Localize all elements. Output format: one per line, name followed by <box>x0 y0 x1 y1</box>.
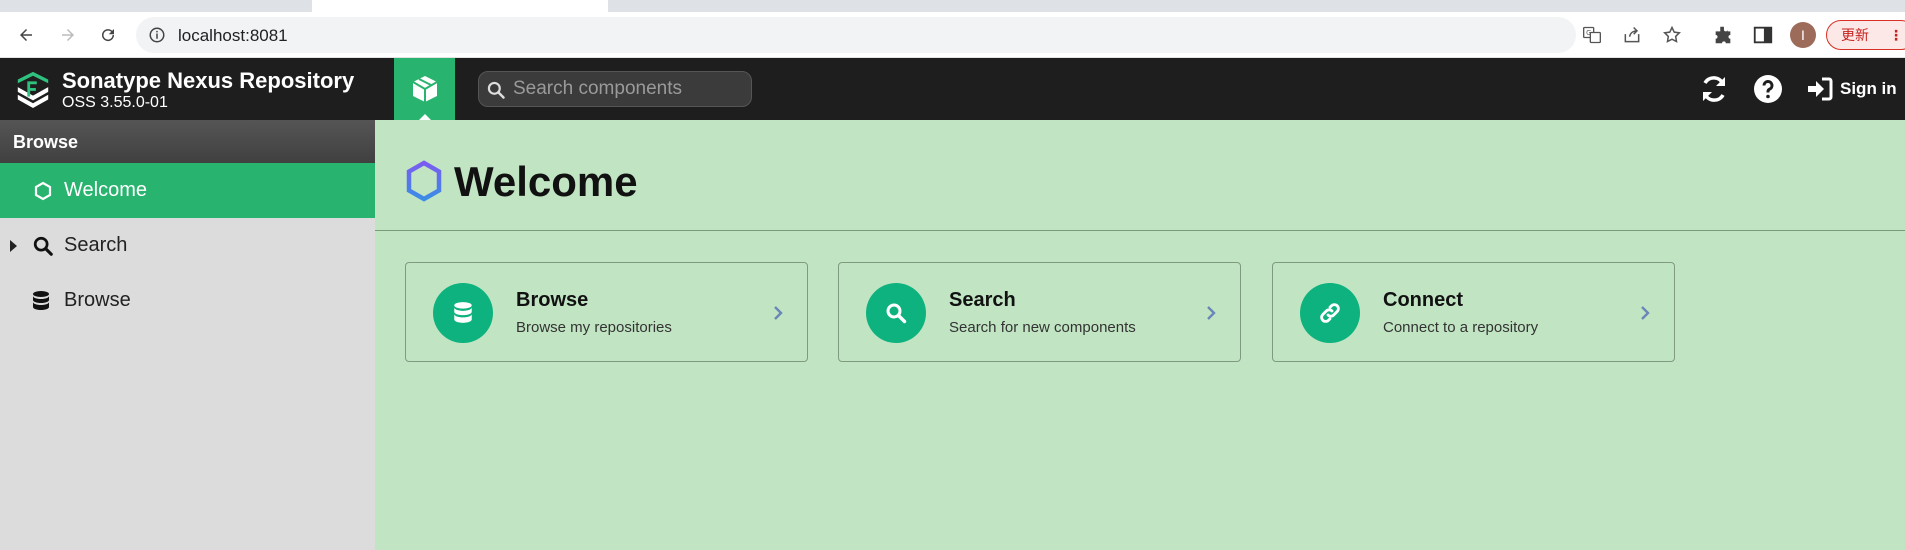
search-card[interactable]: Search Search for new components <box>838 262 1241 362</box>
sidebar-item-browse[interactable]: Browse <box>0 273 375 328</box>
arrow-right-icon <box>62 29 74 41</box>
page-title: Welcome <box>454 158 638 205</box>
card-subtitle: Connect to a repository <box>1383 319 1539 336</box>
link-icon <box>1320 303 1340 323</box>
sidebar-item-label: Browse <box>64 289 131 311</box>
info-icon[interactable] <box>148 26 166 44</box>
card-subtitle: Search for new components <box>949 319 1136 336</box>
main-content: Welcome Browse Browse my repositories Se… <box>375 120 1905 550</box>
browser-tab-active[interactable] <box>312 0 608 12</box>
translate-icon[interactable]: G <box>1582 25 1602 45</box>
more-menu-icon[interactable]: ⋮ <box>1889 21 1903 49</box>
app-header: Sonatype Nexus Repository OSS 3.55.0-01 <box>0 58 1905 121</box>
profile-avatar[interactable]: I <box>1790 22 1816 48</box>
update-label: 更新 <box>1841 27 1869 43</box>
card-title: Search <box>949 289 1016 311</box>
connect-card[interactable]: Connect Connect to a repository <box>1272 262 1675 362</box>
browse-card[interactable]: Browse Browse my repositories <box>405 262 808 362</box>
search-components-box[interactable] <box>478 71 752 107</box>
side-panel-icon[interactable] <box>1752 24 1774 46</box>
sidebar-item-welcome[interactable]: Welcome <box>0 163 375 218</box>
card-icon-circle <box>433 283 493 343</box>
card-icon-circle <box>866 283 926 343</box>
sign-in-button[interactable]: Sign in <box>1806 74 1897 104</box>
refresh-icon[interactable] <box>1698 73 1730 105</box>
browser-toolbar: localhost:8081 G I 更新 ⋮ <box>0 12 1905 58</box>
update-button[interactable]: 更新 ⋮ <box>1826 20 1905 50</box>
sign-in-label: Sign in <box>1840 79 1897 98</box>
chevron-right-icon <box>1641 306 1650 320</box>
reload-icon <box>102 29 115 42</box>
sign-in-icon <box>1808 77 1833 101</box>
extensions-icon[interactable] <box>1712 24 1734 46</box>
card-title: Connect <box>1383 289 1463 311</box>
card-icon-circle <box>1300 283 1360 343</box>
search-icon <box>32 235 54 257</box>
page-header: Welcome <box>375 120 1905 231</box>
svg-text:G: G <box>1586 29 1591 37</box>
arrow-left-icon <box>20 29 32 41</box>
browse-mode-button[interactable] <box>394 58 455 121</box>
reload-button[interactable] <box>94 21 122 49</box>
chevron-right-icon <box>774 306 783 320</box>
hexagon-logo-icon <box>406 160 442 202</box>
sidebar-item-label: Welcome <box>64 179 147 201</box>
search-icon <box>487 81 505 99</box>
help-icon[interactable] <box>1752 73 1784 105</box>
chevron-right-icon <box>1207 306 1216 320</box>
search-components-input[interactable] <box>513 76 745 102</box>
sidebar-item-label: Search <box>64 234 128 256</box>
search-icon <box>886 303 907 324</box>
sidebar-header: Browse <box>0 120 375 163</box>
nexus-logo-icon <box>17 71 49 108</box>
address-url: localhost:8081 <box>178 26 288 45</box>
sidebar-item-search[interactable]: Search <box>0 218 375 273</box>
database-icon <box>454 302 472 323</box>
sidebar: Browse Welcome Search Browse <box>0 120 375 550</box>
cube-icon <box>411 76 438 102</box>
forward-button[interactable] <box>54 21 82 49</box>
hexagon-icon <box>32 180 54 202</box>
database-icon <box>30 290 52 312</box>
browser-tab-inactive[interactable] <box>612 0 912 12</box>
card-subtitle: Browse my repositories <box>516 319 672 336</box>
address-bar[interactable]: localhost:8081 G <box>136 17 1681 53</box>
expand-caret-icon[interactable] <box>10 239 17 252</box>
browser-tabstrip <box>0 0 1905 12</box>
card-title: Browse <box>516 289 589 311</box>
share-icon[interactable] <box>1622 25 1642 45</box>
star-icon[interactable] <box>1662 25 1682 45</box>
app-title: Sonatype Nexus Repository <box>62 68 355 93</box>
app-version: OSS 3.55.0-01 <box>62 94 168 111</box>
back-button[interactable] <box>12 21 40 49</box>
